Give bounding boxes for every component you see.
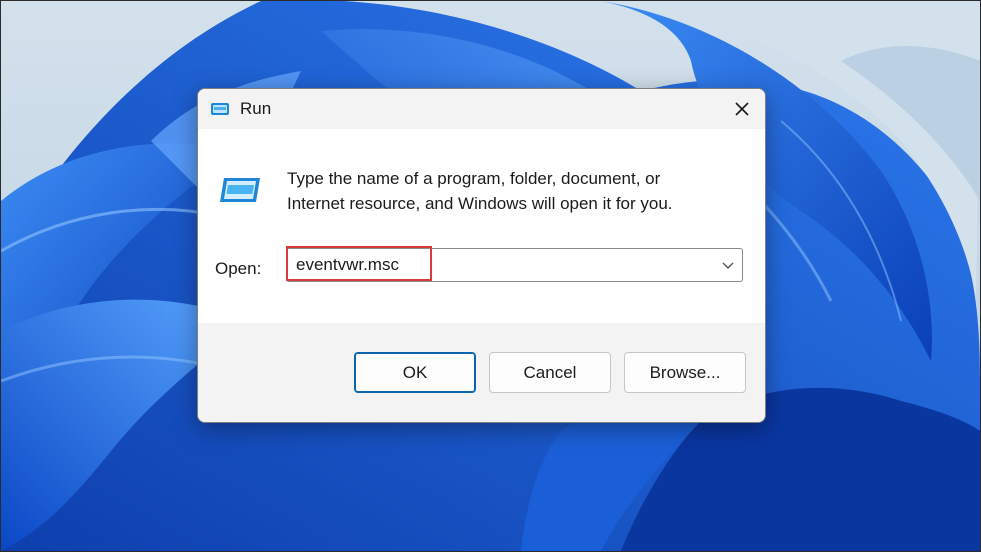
dialog-content: Type the name of a program, folder, docu…	[198, 129, 765, 323]
instructions-text: Type the name of a program, folder, docu…	[287, 167, 727, 216]
title-bar: Run	[198, 89, 765, 129]
chevron-down-icon[interactable]	[720, 257, 736, 273]
open-combobox[interactable]	[286, 248, 743, 282]
close-button[interactable]	[725, 93, 759, 125]
instructions-line-1: Type the name of a program, folder, docu…	[287, 169, 661, 188]
open-input[interactable]	[296, 249, 696, 281]
ok-button[interactable]: OK	[354, 352, 476, 393]
run-icon	[211, 103, 229, 115]
window-title: Run	[240, 99, 272, 118]
open-label: Open:	[215, 259, 262, 278]
run-icon	[220, 178, 260, 202]
close-icon	[735, 102, 749, 116]
button-bar: OK Cancel Browse...	[198, 323, 765, 422]
run-dialog: Run Type the name of a program, folder, …	[197, 88, 766, 423]
instructions-line-2: Internet resource, and Windows will open…	[287, 193, 673, 213]
browse-button[interactable]: Browse...	[624, 352, 746, 393]
cancel-button[interactable]: Cancel	[489, 352, 611, 393]
